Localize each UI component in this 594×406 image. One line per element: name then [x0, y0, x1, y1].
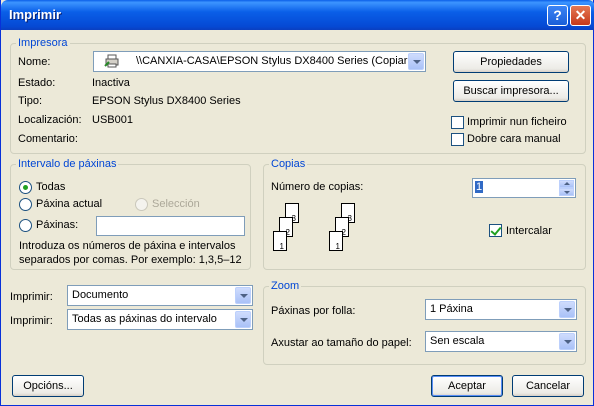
pages-per-sheet-value: 1 Páxina	[430, 303, 473, 315]
printer-type-label: Tipo:	[18, 95, 43, 107]
range-help-line1: Introduza os números de páxina e interva…	[19, 240, 236, 252]
printer-state-label: Estado:	[18, 77, 56, 89]
range-pages-label[interactable]: Páxinas:	[36, 219, 78, 231]
help-button[interactable]: ?	[547, 5, 568, 26]
print-what-value: Documento	[72, 289, 129, 301]
pages-input[interactable]	[96, 216, 245, 236]
print-which-select[interactable]: Todas as páxinas do intervalo	[67, 309, 253, 330]
print-which-value: Todas as páxinas do intervalo	[72, 313, 217, 325]
pages-per-sheet-label: Páxinas por folla:	[271, 305, 356, 317]
printer-name-label: Nome:	[18, 56, 51, 68]
print-which-label: Imprimir:	[10, 315, 53, 327]
printer-location-label: Localización:	[18, 114, 82, 126]
printer-group-legend: Impresora	[16, 37, 70, 49]
printer-type-value: EPSON Stylus DX8400 Series	[92, 95, 241, 107]
range-current-label[interactable]: Páxina actual	[36, 198, 102, 210]
chevron-down-icon[interactable]	[235, 287, 251, 304]
printer-icon	[104, 54, 120, 68]
properties-button[interactable]: Propiedades	[453, 51, 569, 73]
range-pages-radio[interactable]	[19, 219, 32, 232]
collate-illustration: 3 2 1 3 2 1	[271, 203, 371, 261]
collate-label[interactable]: Intercalar	[506, 225, 552, 237]
printer-state-value: Inactiva	[92, 77, 130, 89]
range-selection-label: Selección	[152, 198, 200, 210]
manual-duplex-checkbox[interactable]	[451, 133, 464, 146]
window-title: Imprimir	[9, 7, 62, 22]
copies-count-spinner[interactable]: 1	[472, 178, 576, 198]
chevron-down-icon[interactable]	[235, 311, 251, 328]
scale-to-paper-value: Sen escala	[430, 335, 485, 347]
copies-count-value[interactable]: 1	[475, 181, 484, 193]
close-button[interactable]: ✕	[570, 5, 591, 26]
copies-count-label: Número de copias:	[271, 181, 364, 193]
collate-checkbox[interactable]	[489, 224, 502, 237]
range-all-label[interactable]: Todas	[36, 181, 65, 193]
page-range-legend: Intervalo de páxinas	[16, 158, 119, 170]
zoom-legend: Zoom	[269, 280, 302, 292]
print-to-file-checkbox[interactable]	[451, 116, 464, 129]
copies-legend: Copias	[269, 158, 308, 170]
title-bar[interactable]: Imprimir ? ✕	[1, 0, 594, 30]
scale-to-paper-select[interactable]: Sen escala	[425, 331, 577, 352]
range-help-line2: separados por comas. Por exemplo: 1,3,5–…	[19, 254, 242, 266]
print-what-label: Imprimir:	[10, 291, 53, 303]
scale-to-paper-label: Axustar ao tamaño do papel:	[271, 337, 412, 349]
chevron-up-icon[interactable]	[559, 180, 574, 188]
page-icon: 1	[273, 231, 287, 251]
print-what-select[interactable]: Documento	[67, 285, 253, 306]
range-selection-radio	[135, 198, 148, 211]
find-printer-button[interactable]: Buscar impresora...	[453, 80, 569, 102]
zoom-group: Zoom	[263, 280, 586, 365]
printer-location-value: USB001	[92, 114, 133, 126]
printer-name-select[interactable]: \\CANXIA-CASA\EPSON Stylus DX8400 Series…	[93, 51, 426, 72]
options-button[interactable]: Opcións...	[12, 375, 84, 397]
range-current-radio[interactable]	[19, 198, 32, 211]
range-all-radio[interactable]	[19, 181, 32, 194]
ok-button[interactable]: Aceptar	[431, 375, 503, 397]
chevron-down-icon[interactable]	[559, 333, 575, 350]
print-dialog: Imprimir ? ✕ Impresora Nome: \\CANXIA-CA…	[0, 0, 594, 406]
printer-comment-label: Comentario:	[18, 133, 78, 145]
cancel-button[interactable]: Cancelar	[512, 375, 584, 397]
page-icon: 1	[329, 231, 343, 251]
pages-per-sheet-select[interactable]: 1 Páxina	[425, 299, 577, 320]
chevron-down-icon[interactable]	[559, 301, 575, 318]
manual-duplex-label[interactable]: Dobre cara manual	[467, 133, 561, 145]
chevron-down-icon[interactable]	[408, 53, 424, 70]
printer-name-value: \\CANXIA-CASA\EPSON Stylus DX8400 Series…	[136, 55, 421, 67]
print-to-file-label[interactable]: Imprimir nun ficheiro	[467, 116, 567, 128]
chevron-down-icon[interactable]	[559, 188, 574, 196]
